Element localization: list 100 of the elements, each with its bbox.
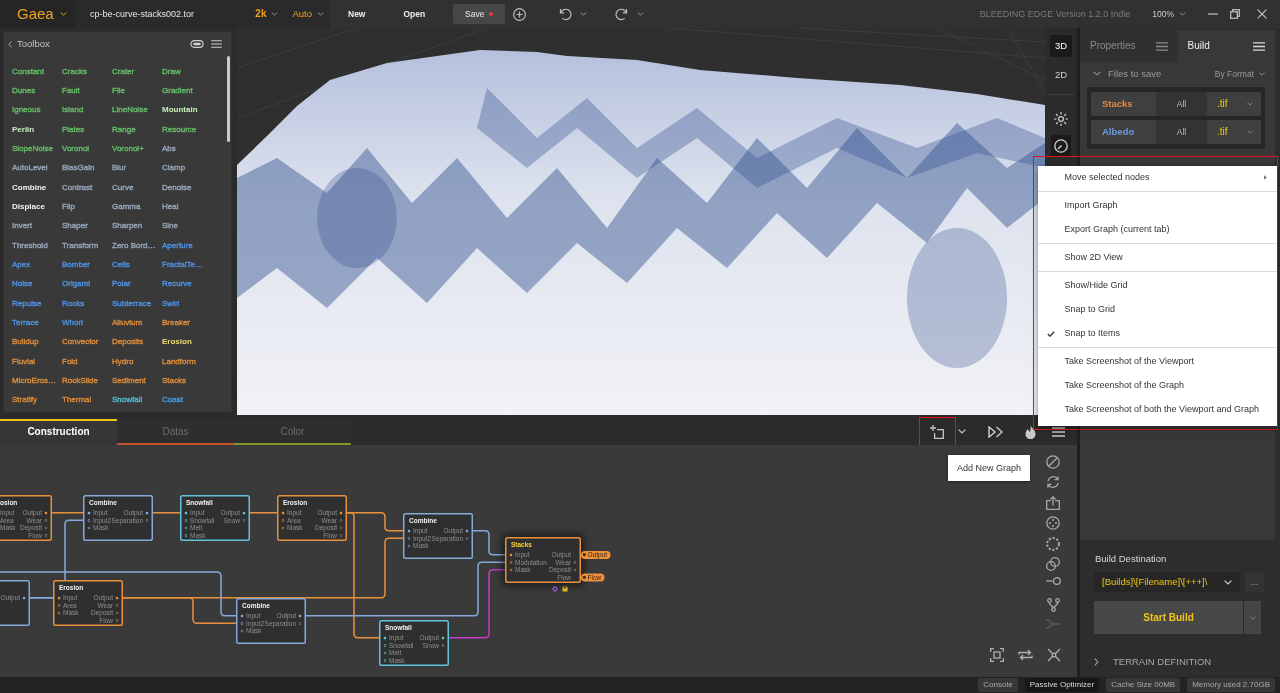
toolbox-tool[interactable]: Gamma xyxy=(112,201,141,212)
toolbox-tool[interactable]: Shaper xyxy=(62,221,88,232)
toolbox-tool[interactable]: Denoise xyxy=(162,182,192,193)
toolbox-tool[interactable]: BiasGain xyxy=(62,163,95,174)
port-dot-icon[interactable] xyxy=(509,568,513,572)
toolbox-tool[interactable]: Polar xyxy=(112,279,131,290)
toolbox-tool[interactable]: Dunes xyxy=(12,86,36,96)
toolbox-tool[interactable]: Sharpen xyxy=(112,221,143,232)
port-dot-icon[interactable] xyxy=(441,636,445,640)
toolbox-tool[interactable]: Contrast xyxy=(62,182,93,193)
dotted-circle-icon[interactable] xyxy=(1046,536,1060,551)
port-dot-icon[interactable] xyxy=(509,560,513,564)
port-dot-icon[interactable] xyxy=(22,596,26,600)
port-dot-icon[interactable] xyxy=(87,526,91,530)
toolbox-tool[interactable]: FractalTe… xyxy=(162,259,203,270)
toolbox-tool[interactable]: Resource xyxy=(162,124,197,135)
port-dot-icon[interactable] xyxy=(281,518,285,522)
toolbox-tool[interactable]: Plates xyxy=(62,124,85,135)
network-icon[interactable] xyxy=(1047,648,1061,662)
toolbox-tool[interactable]: Voronoi+ xyxy=(112,143,144,154)
port-dot-icon[interactable] xyxy=(240,614,244,618)
flame-icon[interactable] xyxy=(1025,424,1036,439)
format-dropdown[interactable]: .tif xyxy=(1207,92,1261,116)
zoom-dropdown[interactable]: 100% xyxy=(1152,8,1186,20)
view-mode-button[interactable]: 3D xyxy=(1050,35,1072,57)
toolbox-tool[interactable]: Cells xyxy=(112,259,130,270)
toolbox-tool[interactable]: Curve xyxy=(112,182,134,193)
port-dot-icon[interactable] xyxy=(298,621,302,625)
linked-circles-icon[interactable] xyxy=(1046,556,1060,571)
sort-dropdown[interactable]: By Format xyxy=(1214,68,1265,80)
toolbox-tool[interactable]: RockSlide xyxy=(62,375,98,386)
toggle-icon[interactable] xyxy=(190,40,204,48)
circle-line-icon[interactable] xyxy=(1045,577,1061,586)
menu-item[interactable]: Take Screenshot of the Graph xyxy=(1037,373,1277,398)
port-dot-icon[interactable] xyxy=(87,518,91,522)
port-dot-icon[interactable] xyxy=(582,575,586,579)
toolbox-tool[interactable]: Igneous xyxy=(12,105,41,116)
section-header[interactable]: TERRAIN DEFINITION xyxy=(1094,656,1280,668)
toolbox-tool[interactable]: Draw xyxy=(162,66,181,77)
restore-icon[interactable] xyxy=(1230,9,1240,19)
toolbox-tool[interactable]: Sediment xyxy=(112,375,146,386)
plus-circle-icon[interactable] xyxy=(513,7,527,21)
toolbox-tool[interactable]: Crater xyxy=(112,66,135,77)
view-tool-button[interactable] xyxy=(1051,135,1071,157)
toolbar-button[interactable]: New xyxy=(340,4,374,24)
toolbox-tool[interactable]: Gradient xyxy=(162,86,193,96)
browse-button[interactable]: ... xyxy=(1245,572,1264,592)
port-dot-icon[interactable] xyxy=(184,533,188,537)
square-plus-icon[interactable] xyxy=(929,424,944,439)
fast-forward-icon[interactable] xyxy=(988,425,1003,438)
toolbox-tool[interactable]: Perlin xyxy=(12,124,35,135)
branch-icon[interactable] xyxy=(1046,597,1060,612)
toolbox-tool[interactable]: Breaker xyxy=(162,317,190,328)
resolution-dropdown[interactable]: 2k xyxy=(255,8,279,20)
menu-item[interactable]: Export Graph (current tab) xyxy=(1037,217,1277,242)
toolbox-tool[interactable]: Fold xyxy=(62,356,78,367)
status-button[interactable]: Passive Optimizer xyxy=(1024,678,1100,692)
toolbox-tool[interactable]: Aperture xyxy=(162,240,193,251)
toolbox-tool[interactable]: Cracks xyxy=(62,66,87,77)
toolbox-tool[interactable]: Fault xyxy=(62,86,80,96)
refresh-icon[interactable] xyxy=(1046,475,1060,490)
port-dot-icon[interactable] xyxy=(582,553,586,557)
port-dot-icon[interactable] xyxy=(44,511,48,515)
toolbox-tool[interactable]: Stacks xyxy=(162,375,186,386)
port-dot-icon[interactable] xyxy=(383,636,387,640)
panel-tab[interactable]: Build xyxy=(1177,30,1275,62)
port-dot-icon[interactable] xyxy=(509,553,513,557)
toolbox-tool[interactable]: Alluvium xyxy=(112,317,143,328)
toolbox-tool[interactable]: Zero Bord… xyxy=(112,240,156,251)
port-dot-icon[interactable] xyxy=(145,518,149,522)
port-dot-icon[interactable] xyxy=(44,526,48,530)
toolbox-tool[interactable]: Swirl xyxy=(162,298,180,309)
toolbox-tool[interactable]: Apex xyxy=(12,259,31,270)
toolbox-tool[interactable]: Flip xyxy=(62,201,75,212)
toolbox-tool[interactable]: Blur xyxy=(112,163,127,174)
toolbox-tool[interactable]: SlopeNoise xyxy=(12,143,53,154)
port-dot-icon[interactable] xyxy=(242,518,246,522)
toolbox-tool[interactable]: Displace xyxy=(12,201,45,212)
close-icon[interactable] xyxy=(1257,9,1267,19)
port-dot-icon[interactable] xyxy=(339,518,343,522)
port-dot-icon[interactable] xyxy=(339,533,343,537)
toolbox-tool[interactable]: Constant xyxy=(12,66,45,77)
toolbox-tool[interactable]: Convector xyxy=(62,337,99,348)
port-dot-icon[interactable] xyxy=(240,629,244,633)
format-dropdown[interactable]: .tif xyxy=(1207,120,1261,144)
toolbox-tool[interactable]: LineNoise xyxy=(112,105,148,116)
toolbox-tool[interactable]: Heal xyxy=(162,201,179,212)
toolbox-tool[interactable]: AutoLevel xyxy=(12,163,48,174)
port-dot-icon[interactable] xyxy=(115,603,119,607)
menu-item[interactable]: Move selected nodes xyxy=(1037,165,1277,190)
toolbox-tool[interactable]: Deposits xyxy=(112,337,144,348)
toolbox-tool[interactable]: Abs xyxy=(162,143,176,154)
toolbar-button[interactable]: Open xyxy=(395,4,434,24)
toolbox-tool[interactable]: Stratify xyxy=(12,395,37,406)
toolbox-tool[interactable]: Sine xyxy=(162,221,178,232)
toolbox-tool[interactable]: Bomber xyxy=(62,259,90,270)
graph-tab[interactable]: Construction xyxy=(0,419,117,445)
toolbox-tool[interactable]: Erosion xyxy=(162,337,192,348)
port-dot-icon[interactable] xyxy=(57,596,61,600)
toolbox-tool[interactable]: Fluvial xyxy=(12,356,36,367)
